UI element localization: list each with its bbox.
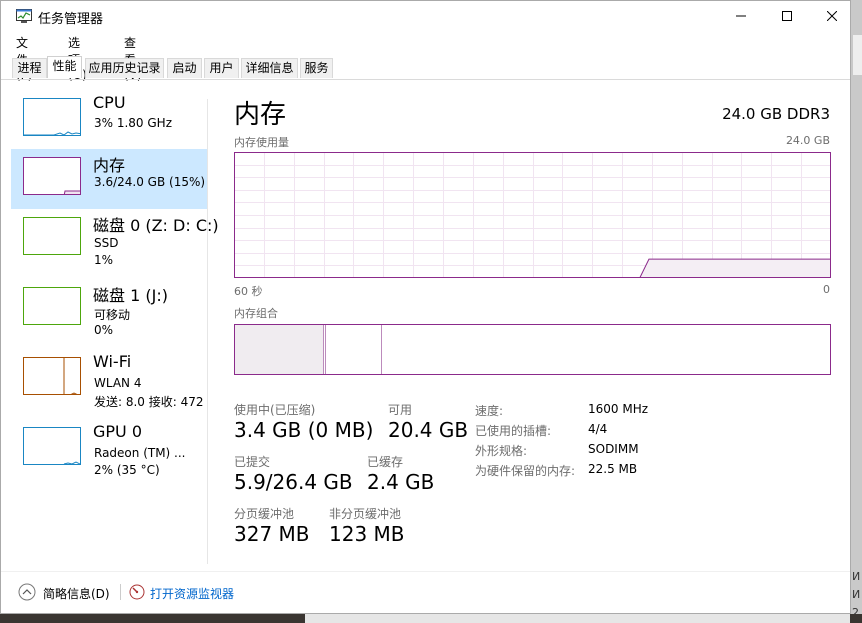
sidebar-wifi-adapter: WLAN 4: [94, 376, 142, 390]
fewer-details-link[interactable]: 简略信息(D): [43, 585, 110, 602]
graph-time-start: 60 秒: [234, 285, 263, 298]
memory-usage-max: 24.0 GB: [785, 134, 830, 147]
committed-value: 5.9/26.4 GB: [234, 470, 353, 494]
close-button[interactable]: [809, 1, 850, 31]
tab-startup[interactable]: 启动: [167, 58, 202, 78]
tab-processes[interactable]: 进程: [12, 58, 47, 78]
hardware-reserved-value: 22.5 MB: [588, 462, 638, 476]
task-manager-window: 任务管理器 文件(F) 选项(O) 查看(V) 进程 性能 应用历史记录 启动 …: [0, 0, 851, 614]
composition-standby: [381, 325, 382, 374]
nonpaged-pool-label: 非分页缓冲池: [329, 507, 402, 521]
memory-spec: 24.0 GB DDR3: [722, 105, 830, 123]
background-window-edge: И И 2: [850, 0, 862, 623]
minimize-button[interactable]: [718, 1, 764, 31]
slots-value: 4/4: [588, 422, 608, 436]
composition-in-use: [235, 325, 324, 374]
memory-composition-label: 内存组合: [234, 307, 278, 320]
graph-time-end: 0: [823, 283, 830, 296]
memory-usage-graph: [234, 152, 831, 278]
close-icon: [827, 11, 837, 21]
sidebar-item-cpu[interactable]: CPU 3% 1.80 GHz: [11, 90, 207, 150]
page-title: 内存: [234, 100, 287, 130]
composition-modified: [325, 325, 326, 374]
title-bar[interactable]: 任务管理器: [1, 1, 850, 31]
sidebar-disk0-usage: 1%: [94, 253, 114, 267]
gpu-thumbnail: [23, 427, 81, 465]
wifi-mini-graph: [63, 358, 78, 394]
form-factor-label: 外形规格:: [475, 444, 528, 458]
hardware-reserved-label: 为硬件保留的内存:: [475, 464, 576, 478]
memory-thumbnail: [23, 157, 81, 195]
sidebar-wifi-throughput: 发送: 8.0 接收: 472 K: [94, 395, 207, 409]
open-resource-monitor-link[interactable]: 打开资源监视器: [150, 585, 234, 602]
sidebar-wifi-title: Wi-Fi: [93, 352, 132, 371]
sidebar-cpu-usage: 3% 1.80 GHz: [94, 116, 173, 130]
wifi-thumbnail: [23, 357, 81, 395]
in-use-label: 使用中(已压缩): [234, 403, 316, 417]
sidebar-disk1-type: 可移动: [94, 308, 131, 322]
sidebar-disk0-type: SSD: [94, 236, 119, 250]
committed-label: 已提交: [234, 455, 271, 469]
maximize-button[interactable]: [764, 1, 810, 31]
memory-composition-bar: [234, 324, 831, 375]
sidebar-gpu-usage: 2% (35 °C): [94, 463, 160, 477]
form-factor-value: SODIMM: [588, 442, 639, 456]
sidebar-cpu-title: CPU: [93, 93, 126, 112]
sidebar-disk1-usage: 0%: [94, 323, 114, 337]
sidebar-item-gpu[interactable]: GPU 0 Radeon (TM) ... 2% (35 °C): [11, 419, 207, 479]
sidebar-disk0-title: 磁盘 0 (Z: D: C:): [93, 216, 219, 235]
sidebar-item-wifi[interactable]: Wi-Fi WLAN 4 发送: 8.0 接收: 472 K: [11, 349, 207, 409]
tab-bar: 进程 性能 应用历史记录 启动 用户 详细信息 服务: [1, 56, 850, 80]
memory-usage-label: 内存使用量: [234, 136, 289, 149]
tab-details[interactable]: 详细信息: [241, 58, 298, 78]
tab-app-history[interactable]: 应用历史记录: [85, 58, 164, 78]
resource-monitor-icon: [129, 584, 145, 600]
sidebar-item-disk0[interactable]: 磁盘 0 (Z: D: C:) SSD 1%: [11, 209, 219, 269]
cached-value: 2.4 GB: [367, 470, 435, 494]
slots-label: 已使用的插槽:: [475, 424, 552, 438]
sidebar-memory-usage: 3.6/24.0 GB (15%): [94, 175, 206, 189]
chevron-up-circle-icon[interactable]: [18, 583, 36, 601]
minimize-icon: [736, 15, 746, 17]
gpu-mini-graph: [63, 461, 80, 464]
footer-bar: 简略信息(D) 打开资源监视器: [1, 571, 850, 612]
paged-pool-label: 分页缓冲池: [234, 507, 295, 521]
nonpaged-pool-value: 123 MB: [329, 522, 405, 546]
speed-label: 速度:: [475, 404, 504, 418]
sidebar-gpu-model: Radeon (TM) ...: [94, 446, 186, 460]
sidebar-disk1-title: 磁盘 1 (J:): [93, 286, 168, 305]
tab-services[interactable]: 服务: [300, 58, 333, 78]
available-value: 20.4 GB: [388, 418, 469, 442]
paged-pool-value: 327 MB: [234, 522, 310, 546]
cached-label: 已缓存: [367, 455, 404, 469]
window-title: 任务管理器: [38, 12, 104, 27]
available-label: 可用: [388, 403, 413, 417]
performance-sidebar: CPU 3% 1.80 GHz 内存 3.6/24.0 GB (15%) 磁盘 …: [1, 80, 219, 570]
in-use-value: 3.4 GB (0 MB): [234, 418, 374, 442]
sidebar-gpu-title: GPU 0: [93, 422, 143, 441]
sidebar-item-memory[interactable]: 内存 3.6/24.0 GB (15%): [11, 149, 207, 209]
speed-value: 1600 MHz: [588, 402, 649, 416]
disk0-thumbnail: [23, 217, 81, 255]
tab-users[interactable]: 用户: [204, 58, 239, 78]
memory-mini-graph: [63, 190, 80, 194]
pane-divider: [207, 99, 208, 564]
cpu-mini-graph: [24, 131, 80, 135]
cpu-thumbnail: [23, 98, 81, 136]
sidebar-item-disk1[interactable]: 磁盘 1 (J:) 可移动 0%: [11, 279, 207, 339]
footer-separator: [120, 584, 121, 600]
sidebar-memory-title: 内存: [93, 156, 126, 175]
maximize-icon: [782, 11, 792, 21]
disk1-thumbnail: [23, 287, 81, 325]
tab-performance[interactable]: 性能: [47, 56, 82, 78]
desktop-background: [0, 614, 862, 623]
task-manager-icon: [16, 9, 32, 23]
